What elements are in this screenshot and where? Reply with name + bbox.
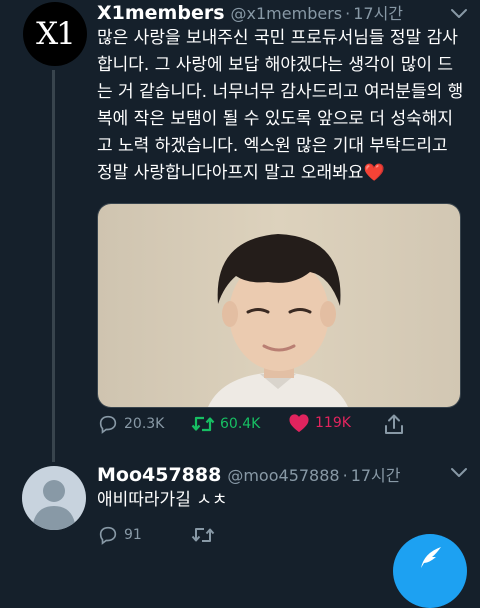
x1-avatar[interactable]: X1 bbox=[23, 2, 87, 66]
tweet-time[interactable]: 17시간 bbox=[353, 0, 403, 24]
retweet-icon bbox=[191, 528, 215, 542]
like-count: 119K bbox=[315, 415, 351, 431]
reply-button[interactable]: 20.3K bbox=[97, 413, 164, 435]
heart-icon bbox=[289, 414, 309, 433]
retweet-count: 60.4K bbox=[220, 416, 261, 432]
photo-image bbox=[98, 204, 460, 407]
tweet-x1members[interactable]: X1 X1members @x1members · 17시간 많은 사랑을 보내… bbox=[0, 0, 480, 462]
tweet-header: X1members @x1members · 17시간 bbox=[97, 0, 468, 24]
tweet-actions: 20.3K 60.4K 119K bbox=[97, 413, 468, 439]
user-handle[interactable]: @x1members bbox=[231, 4, 343, 23]
speech-bubble-icon bbox=[99, 415, 117, 434]
retweet-icon bbox=[191, 416, 215, 432]
chevron-down-icon[interactable] bbox=[450, 8, 468, 20]
share-button[interactable] bbox=[384, 413, 404, 435]
separator-dot: · bbox=[345, 4, 351, 23]
user-handle[interactable]: @moo457888 bbox=[227, 466, 339, 485]
share-icon bbox=[385, 414, 403, 434]
reply-button[interactable]: 91 bbox=[97, 524, 142, 546]
reply-count: 91 bbox=[124, 527, 142, 543]
compose-feather-icon bbox=[421, 547, 441, 568]
tweet-photo[interactable] bbox=[97, 203, 461, 408]
default-profile-icon bbox=[32, 480, 76, 530]
thread-line bbox=[52, 70, 55, 462]
reply-count: 20.3K bbox=[124, 416, 165, 432]
retweet-button[interactable] bbox=[191, 524, 215, 546]
tweet-header: Moo457888 @moo457888 · 17시간 bbox=[97, 462, 468, 486]
tweet-text: 많은 사랑을 보내주신 국민 프로듀서님들 정말 감사합니다. 그 사랑에 보답… bbox=[97, 28, 464, 183]
tweet-text: 애비따라가길 ㅅㅊ bbox=[97, 490, 228, 510]
separator-dot: · bbox=[342, 466, 348, 485]
default-avatar[interactable] bbox=[22, 466, 86, 530]
display-name[interactable]: Moo457888 bbox=[97, 464, 221, 486]
chevron-down-icon[interactable] bbox=[450, 467, 468, 479]
like-button[interactable]: 119K bbox=[288, 413, 351, 433]
x1-logo-text: X1 bbox=[36, 16, 76, 52]
display-name[interactable]: X1members bbox=[97, 2, 225, 24]
compose-tweet-button[interactable] bbox=[393, 534, 467, 608]
tweet-time[interactable]: 17시간 bbox=[351, 462, 401, 486]
speech-bubble-icon bbox=[99, 526, 117, 545]
retweet-button[interactable]: 60.4K bbox=[191, 413, 260, 435]
